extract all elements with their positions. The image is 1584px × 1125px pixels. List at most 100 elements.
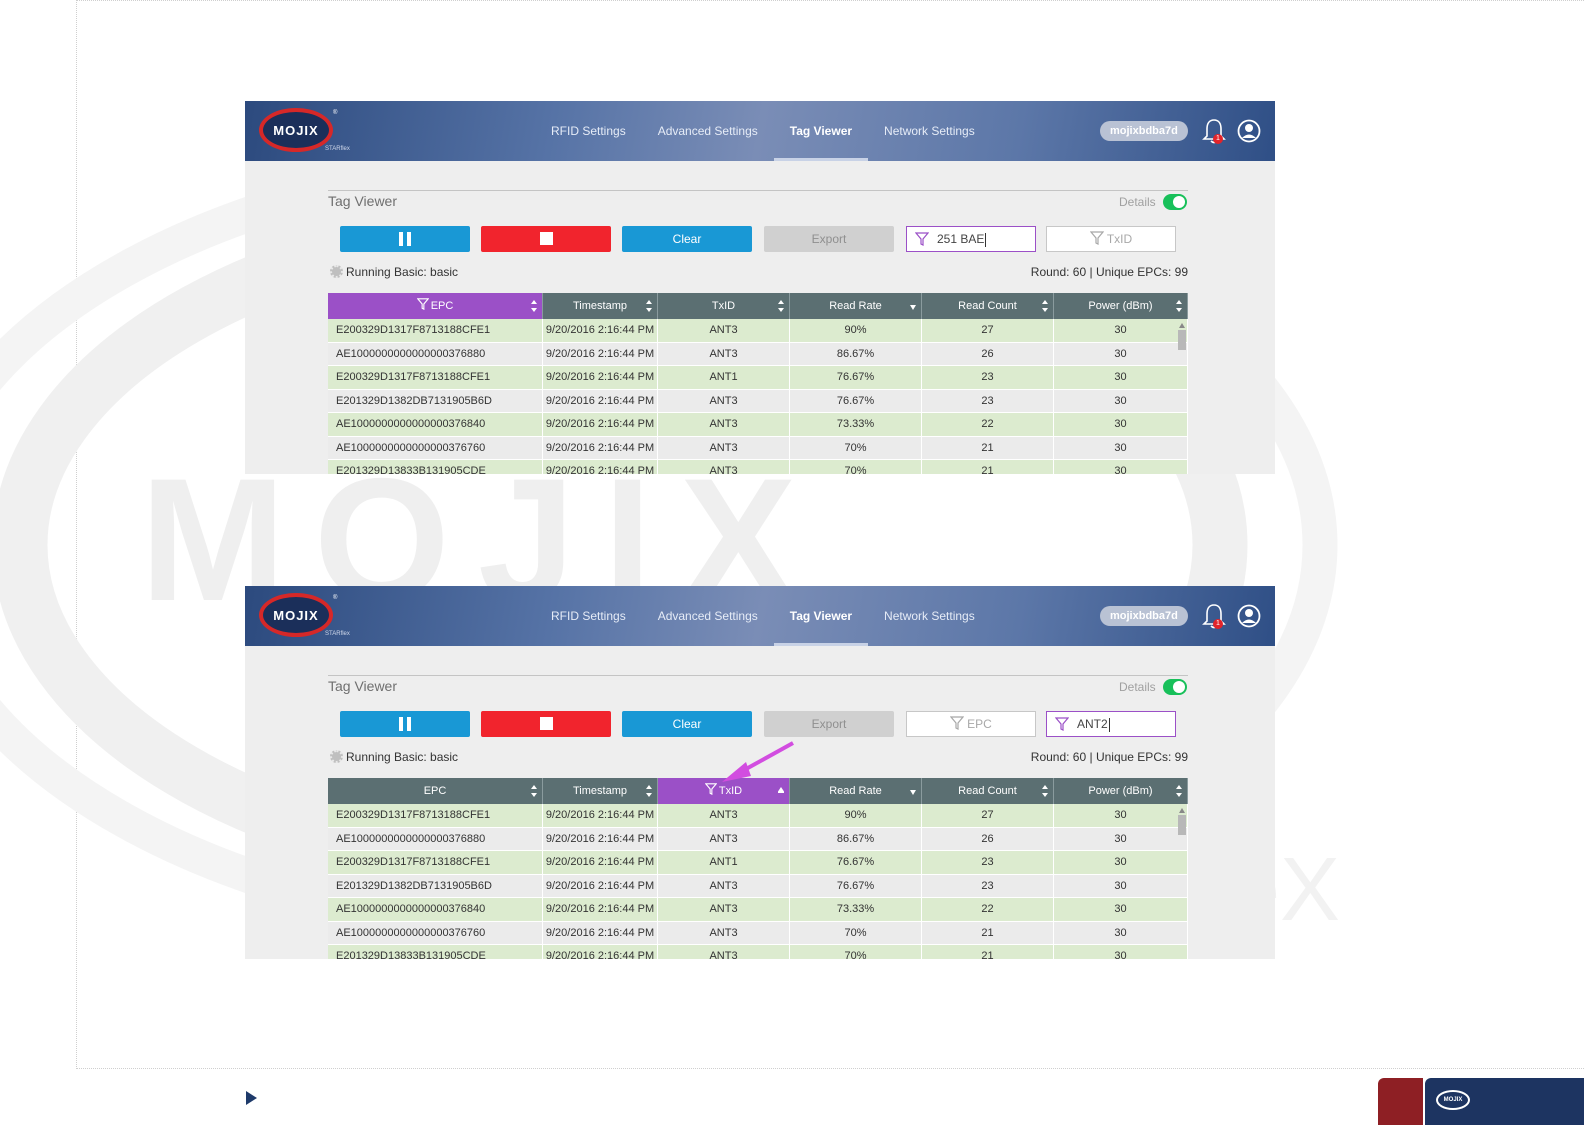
sort-asc-icon[interactable] [778, 785, 784, 797]
table-row[interactable]: AE1000000000000000376880 9/20/2016 2:16:4… [328, 342, 1188, 366]
table-scrollbar[interactable] [1178, 323, 1186, 474]
user-account-icon[interactable] [1237, 604, 1261, 628]
cell-read-count: 22 [922, 413, 1054, 436]
column-header-epc[interactable]: EPC [328, 293, 543, 319]
sort-desc-icon[interactable] [910, 300, 916, 312]
epc-filter-input[interactable]: 251 BAE [906, 226, 1036, 252]
column-header-timestamp[interactable]: Timestamp [543, 778, 658, 804]
clear-button[interactable]: Clear [622, 226, 752, 252]
txid-filter-input[interactable]: TxID [1046, 226, 1176, 252]
column-header-read-rate[interactable]: Read Rate [790, 778, 922, 804]
epc-filter-input[interactable]: EPC [906, 711, 1036, 737]
sort-icon[interactable] [1042, 785, 1048, 797]
scroll-up-icon[interactable] [1179, 323, 1185, 328]
table-row[interactable]: AE1000000000000000376880 9/20/2016 2:16:4… [328, 827, 1188, 851]
cell-txid: ANT3 [658, 921, 790, 944]
column-header-txid[interactable]: TxID [658, 778, 790, 804]
mojix-logo[interactable]: MOJIX ® STARflex [259, 108, 350, 154]
column-header-timestamp[interactable]: Timestamp [543, 293, 658, 319]
scroll-thumb[interactable] [1178, 815, 1186, 835]
table-row[interactable]: AE1000000000000000376760 9/20/2016 2:16:4… [328, 921, 1188, 945]
export-button[interactable]: Export [764, 711, 894, 737]
stop-button[interactable] [481, 711, 611, 737]
table-row[interactable]: AE1000000000000000376840 9/20/2016 2:16:4… [328, 413, 1188, 437]
user-account-icon[interactable] [1237, 119, 1261, 143]
column-header-read-count[interactable]: Read Count [922, 778, 1054, 804]
table-row[interactable]: E200329D1317F8713188CFE1 9/20/2016 2:16:4… [328, 366, 1188, 390]
pause-button[interactable] [340, 226, 470, 252]
nav-tab-network-settings[interactable]: Network Settings [868, 586, 991, 646]
sort-icon[interactable] [778, 300, 784, 312]
table-row[interactable]: E201329D13833B131905CDE 9/20/2016 2:16:44… [328, 460, 1188, 474]
cell-txid: ANT3 [658, 413, 790, 436]
cell-read-rate: 86.67% [790, 342, 922, 365]
cell-read-count: 23 [922, 389, 1054, 412]
cell-read-count: 27 [922, 319, 1054, 342]
table-header: EPC Timestamp TxID Read Rate Read Count … [328, 293, 1188, 319]
export-button[interactable]: Export [764, 226, 894, 252]
table-row[interactable]: E200329D1317F8713188CFE1 9/20/2016 2:16:4… [328, 851, 1188, 875]
column-header-read-count[interactable]: Read Count [922, 293, 1054, 319]
sort-desc-icon[interactable] [910, 785, 916, 797]
stop-button[interactable] [481, 226, 611, 252]
txid-filter-input[interactable]: ANT2 [1046, 711, 1176, 737]
table-row[interactable]: E200329D1317F8713188CFE1 9/20/2016 2:16:4… [328, 804, 1188, 828]
cell-timestamp: 9/20/2016 2:16:44 PM [543, 851, 658, 874]
nav-tab-tag-viewer[interactable]: Tag Viewer [773, 586, 869, 646]
cell-txid: ANT3 [658, 945, 790, 959]
footer-red-block [1378, 1078, 1423, 1125]
nav-tab-tag-viewer[interactable]: Tag Viewer [773, 101, 869, 161]
cell-txid: ANT3 [658, 804, 790, 827]
sort-icon[interactable] [531, 300, 537, 312]
sort-icon[interactable] [646, 785, 652, 797]
clear-button[interactable]: Clear [622, 711, 752, 737]
stop-icon [539, 717, 553, 730]
cell-read-count: 21 [922, 460, 1054, 474]
sort-icon[interactable] [531, 785, 537, 797]
table-row[interactable]: AE1000000000000000376840 9/20/2016 2:16:4… [328, 898, 1188, 922]
column-header-power[interactable]: Power (dBm) [1054, 778, 1188, 804]
table-row[interactable]: E201329D13833B131905CDE 9/20/2016 2:16:44… [328, 945, 1188, 959]
details-label: Details [1119, 680, 1156, 694]
mojix-logo[interactable]: MOJIX ® STARflex [259, 593, 350, 639]
sort-icon[interactable] [1176, 785, 1182, 797]
txid-filter-placeholder: TxID [1106, 232, 1133, 246]
column-header-txid[interactable]: TxID [658, 293, 790, 319]
nav-tab-rfid-settings[interactable]: RFID Settings [535, 586, 642, 646]
cell-read-rate: 76.67% [790, 366, 922, 389]
table-row[interactable]: E200329D1317F8713188CFE1 9/20/2016 2:16:4… [328, 319, 1188, 343]
table-row[interactable]: E201329D1382DB7131905B6D 9/20/2016 2:16:4… [328, 874, 1188, 898]
slide: MOJIX eX MOJIX ® STARflex RFID Settings … [0, 0, 1584, 1125]
table-row[interactable]: E201329D1382DB7131905B6D 9/20/2016 2:16:4… [328, 389, 1188, 413]
column-header-epc[interactable]: EPC [328, 778, 543, 804]
scroll-up-icon[interactable] [1179, 808, 1185, 813]
details-toggle[interactable] [1163, 679, 1187, 695]
table-row[interactable]: AE1000000000000000376760 9/20/2016 2:16:4… [328, 436, 1188, 460]
nav-tab-advanced-settings[interactable]: Advanced Settings [642, 586, 774, 646]
details-toggle[interactable] [1163, 194, 1187, 210]
pause-button[interactable] [340, 711, 470, 737]
cell-txid: ANT3 [658, 389, 790, 412]
nav-tab-rfid-settings[interactable]: RFID Settings [535, 101, 642, 161]
sort-icon[interactable] [1176, 300, 1182, 312]
cell-timestamp: 9/20/2016 2:16:44 PM [543, 342, 658, 365]
cell-read-rate: 90% [790, 319, 922, 342]
running-status: Running Basic: basic [330, 750, 458, 764]
user-name-pill[interactable]: mojixbdba7d [1100, 606, 1188, 626]
nav-tab-network-settings[interactable]: Network Settings [868, 101, 991, 161]
column-header-power[interactable]: Power (dBm) [1054, 293, 1188, 319]
nav-tab-advanced-settings[interactable]: Advanced Settings [642, 101, 774, 161]
logo-registered-mark: ® [333, 110, 338, 116]
table-scrollbar[interactable] [1178, 808, 1186, 959]
cell-timestamp: 9/20/2016 2:16:44 PM [543, 921, 658, 944]
sort-icon[interactable] [646, 300, 652, 312]
sort-icon[interactable] [1042, 300, 1048, 312]
running-status: Running Basic: basic [330, 265, 458, 279]
cell-epc: E201329D1382DB7131905B6D [328, 874, 543, 897]
user-name-pill[interactable]: mojixbdba7d [1100, 121, 1188, 141]
cell-timestamp: 9/20/2016 2:16:44 PM [543, 460, 658, 474]
running-status-text: Running Basic: basic [346, 265, 459, 279]
scroll-thumb[interactable] [1178, 330, 1186, 350]
column-header-read-rate[interactable]: Read Rate [790, 293, 922, 319]
cell-read-count: 22 [922, 898, 1054, 921]
